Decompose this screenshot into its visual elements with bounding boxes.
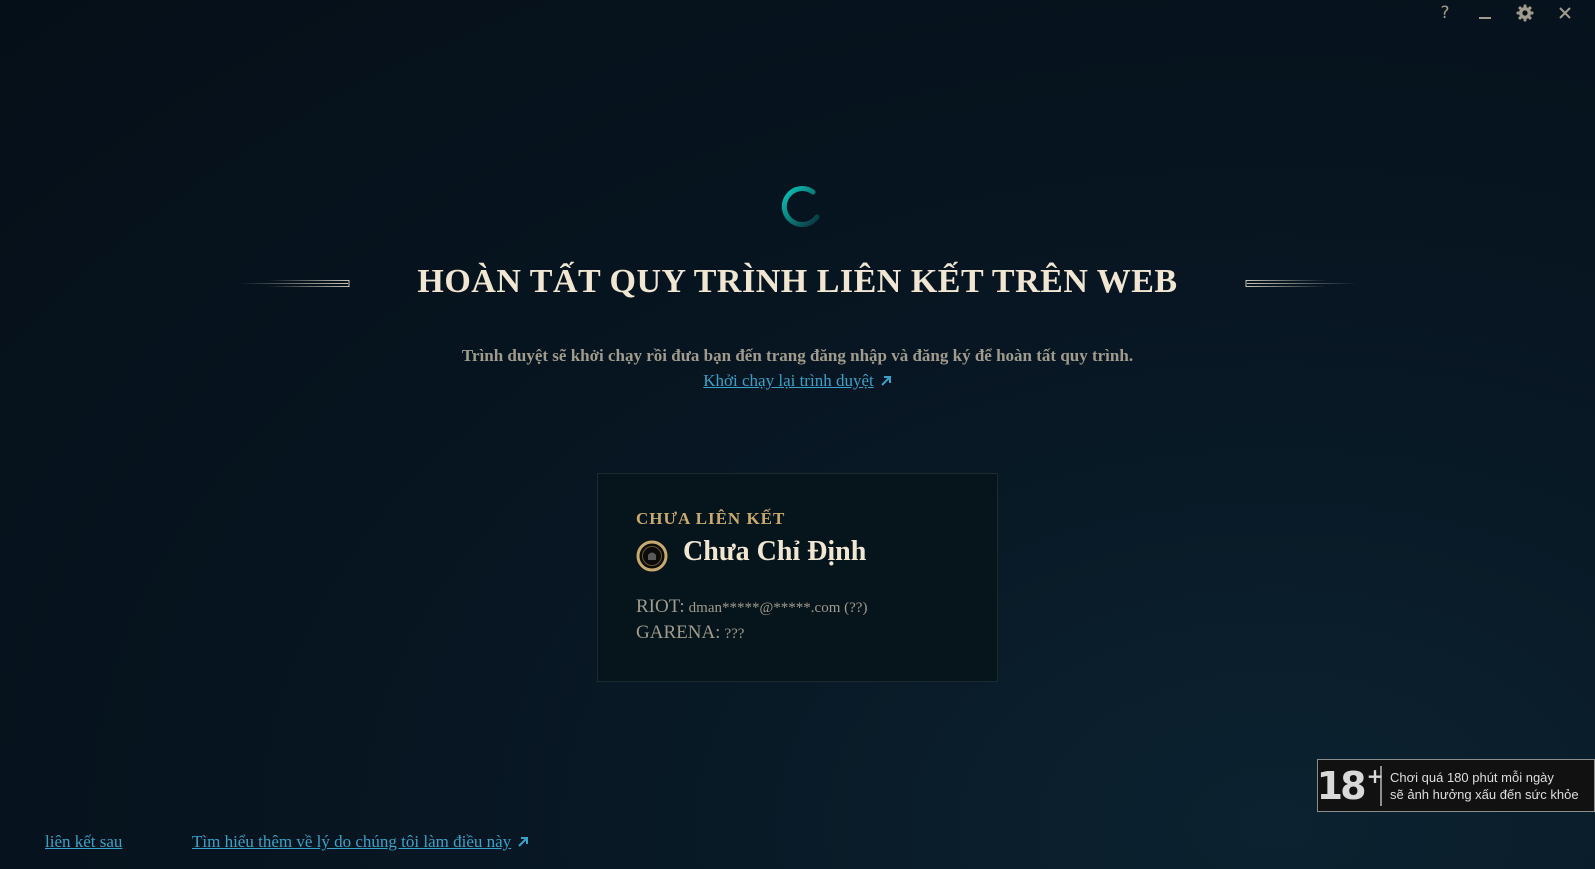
riot-label: RIOT:: [636, 596, 685, 617]
account-card: CHƯA LIÊN KẾT Chưa Chỉ Định RIOT: dman**…: [597, 473, 998, 682]
link-status: CHƯA LIÊN KẾT: [636, 509, 786, 528]
help-button[interactable]: ?: [1427, 2, 1463, 24]
riot-value: dman*****@*****.com (??): [688, 600, 868, 616]
close-button[interactable]: [1547, 2, 1583, 24]
title-row: HOÀN TẤT QUY TRÌNH LIÊN KẾT TRÊN WEB: [0, 262, 1595, 302]
age-plus: +: [1366, 763, 1384, 788]
external-link-icon: [881, 376, 891, 386]
settings-button[interactable]: [1507, 2, 1543, 24]
gear-icon: [1516, 4, 1534, 22]
relaunch-browser-link[interactable]: Khởi chạy lại trình duyệt: [703, 371, 891, 390]
age-warning-text: Chơi quá 180 phút mỗi ngày sẽ ảnh hưởng …: [1382, 769, 1579, 803]
relaunch-row: Khởi chạy lại trình duyệt: [0, 371, 1595, 391]
account-name: Chưa Chỉ Định: [683, 536, 867, 567]
instruction-text: Trình duyệt sẽ khởi chạy rồi đưa bạn đến…: [461, 346, 1134, 365]
help-icon: ?: [1440, 3, 1450, 23]
learn-more-label: Tìm hiểu thêm về lý do chúng tôi làm điề…: [192, 832, 512, 851]
age-rating-badge: 18 + Chơi quá 180 phút mỗi ngày sẽ ảnh h…: [1317, 759, 1595, 812]
learn-more-link[interactable]: Tìm hiểu thêm về lý do chúng tôi làm điề…: [192, 832, 529, 852]
age-number: 18: [1316, 763, 1367, 808]
profile-icon: [636, 540, 668, 572]
window-controls: ?: [1427, 2, 1583, 24]
garena-account-row: GARENA: ???: [636, 622, 744, 644]
garena-label: GARENA:: [636, 622, 721, 643]
minimize-icon: [1479, 17, 1491, 19]
link-later-link[interactable]: liên kết sau: [45, 832, 122, 852]
garena-value: ???: [724, 626, 745, 642]
close-icon: [1559, 7, 1571, 19]
relaunch-browser-label: Khởi chạy lại trình duyệt: [703, 371, 874, 390]
riot-account-row: RIOT: dman*****@*****.com (??): [636, 596, 867, 618]
age-rating-number: 18 +: [1316, 763, 1384, 808]
loading-spinner-icon: [781, 186, 820, 227]
external-link-icon: [518, 837, 529, 847]
age-warning-line2: sẽ ảnh hưởng xấu đến sức khỏe: [1390, 786, 1579, 802]
minimize-button[interactable]: [1467, 2, 1503, 24]
age-warning-line1: Chơi quá 180 phút mỗi ngày: [1390, 769, 1554, 785]
title-decoration-right: [1245, 280, 1357, 287]
